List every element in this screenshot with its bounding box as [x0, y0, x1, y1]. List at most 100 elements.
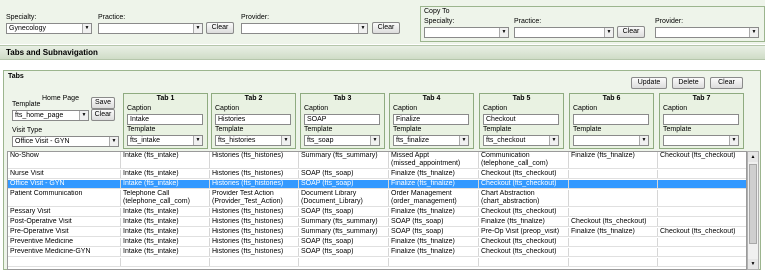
provider-clear-button[interactable]: Clear: [372, 22, 400, 34]
table-cell: [569, 190, 658, 206]
table-cell: Pessary Visit: [8, 208, 121, 216]
table-cell: Histories (fts_histories): [210, 208, 299, 216]
template-label: Template: [215, 126, 244, 133]
table-row[interactable]: No-Show Intake (fts_intake) Histories (fts…: [8, 152, 746, 169]
tab-panel-title: Tab 4: [422, 95, 441, 102]
provider-select[interactable]: ▼: [241, 23, 368, 34]
arrow-down-icon[interactable]: ▼: [748, 259, 758, 269]
home-template-select[interactable]: fts_home_page ▼: [12, 110, 89, 121]
template-value: fts_soap: [307, 137, 334, 144]
table-cell: Checkout (fts_checkout): [479, 238, 569, 246]
caption-input[interactable]: SOAP: [304, 114, 380, 125]
table-cell: Histories (fts_histories): [210, 152, 299, 168]
table-cell: Checkout (fts_checkout): [479, 180, 569, 188]
update-button[interactable]: Update: [631, 77, 667, 89]
table-row[interactable]: Office Visit - GYN Intake (fts_intake) His…: [8, 180, 746, 189]
caption-input[interactable]: Checkout: [483, 114, 559, 125]
table-cell: Checkout (fts_checkout): [658, 152, 746, 168]
template-select[interactable]: fts_finalize ▼: [393, 135, 469, 146]
table-cell: Histories (fts_histories): [210, 180, 299, 188]
home-clear-button[interactable]: Clear: [91, 109, 115, 121]
table-cell: SOAP (fts_soap): [299, 208, 389, 216]
table-cell: Finalize (fts_finalize): [569, 152, 658, 168]
table-cell: Histories (fts_histories): [210, 170, 299, 178]
tab-panel-title: Tab 2: [244, 95, 263, 102]
table-cell: Checkout (fts_checkout): [479, 208, 569, 216]
delete-button[interactable]: Delete: [672, 77, 705, 89]
tab-panel-5: Tab 5 Caption Checkout Template fts_checkout…: [479, 93, 564, 149]
table-cell: SOAP (fts_soap): [299, 238, 389, 246]
table-cell: Finalize (fts_finalize): [389, 180, 479, 188]
table-cell: Intake (fts_intake): [121, 228, 210, 236]
table-cell: [569, 180, 658, 188]
table-cell: Intake (fts_intake): [121, 180, 210, 188]
table-cell: Summary (fts_summary): [299, 228, 389, 236]
practice-select[interactable]: ▼: [98, 23, 203, 34]
caption-input[interactable]: Histories: [215, 114, 291, 125]
table-row[interactable]: Preventive Medicine Intake (fts_intake) Hi…: [8, 238, 746, 247]
table-row[interactable]: [8, 258, 746, 267]
template-select[interactable]: fts_intake ▼: [127, 135, 203, 146]
copy-provider-select[interactable]: ▼: [655, 27, 759, 38]
tab-panel-1: Tab 1 Caption Intake Template fts_intake ▼: [123, 93, 208, 149]
table-cell: SOAP (fts_soap): [389, 218, 479, 226]
practice-label: Practice:: [98, 14, 126, 21]
clear-button[interactable]: Clear: [710, 77, 743, 89]
caption-label: Caption: [573, 105, 598, 112]
table-cell: [658, 208, 746, 216]
table-cell: Intake (fts_intake): [121, 238, 210, 246]
table-cell: [569, 170, 658, 178]
table-cell: Checkout (fts_checkout): [479, 170, 569, 178]
section-title: Tabs and Subnavigation: [0, 45, 765, 60]
visit-type-select[interactable]: Office Visit - GYN ▼: [12, 136, 119, 147]
copy-practice-label: Practice:: [514, 18, 542, 25]
template-select[interactable]: fts_soap ▼: [304, 135, 380, 146]
copy-practice-select[interactable]: ▼: [514, 27, 614, 38]
table-row[interactable]: Patient Communication Telephone Call (tel…: [8, 190, 746, 207]
template-select[interactable]: fts_histories ▼: [215, 135, 291, 146]
caption-label: Caption: [304, 105, 329, 112]
table-cell: [569, 258, 658, 266]
table-cell: [658, 218, 746, 226]
chevron-down-icon: ▼: [79, 111, 88, 120]
table-cell: Communication (telephone_call_com): [479, 152, 569, 168]
specialty-select[interactable]: Gynecology ▼: [6, 23, 92, 34]
table-cell: [389, 258, 479, 266]
table-cell: Pre-Op Visit (preop_visit): [479, 228, 569, 236]
template-select[interactable]: fts_checkout ▼: [483, 135, 559, 146]
caption-input[interactable]: [573, 114, 649, 125]
scroll-thumb[interactable]: [749, 164, 757, 244]
table-row[interactable]: Preventive Medicine-GYN Intake (fts_intak…: [8, 248, 746, 257]
table-row[interactable]: Pessary Visit Intake (fts_intake) Historie…: [8, 208, 746, 217]
table-cell: Preventive Medicine-GYN: [8, 248, 121, 256]
visit-type-grid[interactable]: No-Show Intake (fts_intake) Histories (fts…: [7, 151, 747, 270]
caption-input[interactable]: Finalize: [393, 114, 469, 125]
tab-panel-title: Tab 3: [333, 95, 352, 102]
table-cell: Finalize (fts_finalize): [569, 228, 658, 236]
arrow-up-icon[interactable]: ▲: [748, 152, 758, 162]
tab-panel-title: Tab 1: [156, 95, 175, 102]
copy-specialty-label: Specialty:: [424, 18, 455, 25]
table-row[interactable]: Post-Operative Visit Intake (fts_intake) H…: [8, 218, 746, 227]
copy-specialty-select[interactable]: ▼: [424, 27, 509, 38]
copy-clear-button[interactable]: Clear: [617, 26, 645, 38]
table-cell: Finalize (fts_finalize): [389, 238, 479, 246]
table-cell: [479, 258, 569, 266]
caption-input[interactable]: Intake: [127, 114, 203, 125]
table-cell: Intake (fts_intake): [121, 208, 210, 216]
chevron-down-icon: ▼: [358, 24, 367, 33]
save-button[interactable]: Save: [91, 97, 115, 109]
caption-input[interactable]: [663, 114, 739, 125]
table-cell: Intake (fts_intake): [121, 170, 210, 178]
table-cell: [569, 248, 658, 256]
copy-to-box: Copy To Specialty: ▼ Practice: ▼ Clear P…: [420, 6, 765, 42]
template-select[interactable]: ▼: [573, 135, 649, 146]
chevron-down-icon: ▼: [749, 28, 758, 37]
table-cell: Histories (fts_histories): [210, 238, 299, 246]
table-cell: [8, 258, 121, 266]
grid-scrollbar[interactable]: ▲ ▼: [747, 151, 759, 270]
table-row[interactable]: Nurse Visit Intake (fts_intake) Histories …: [8, 170, 746, 179]
template-select[interactable]: ▼: [663, 135, 739, 146]
table-row[interactable]: Pre-Operative Visit Intake (fts_intake) Hi…: [8, 228, 746, 237]
practice-clear-button[interactable]: Clear: [206, 22, 234, 34]
